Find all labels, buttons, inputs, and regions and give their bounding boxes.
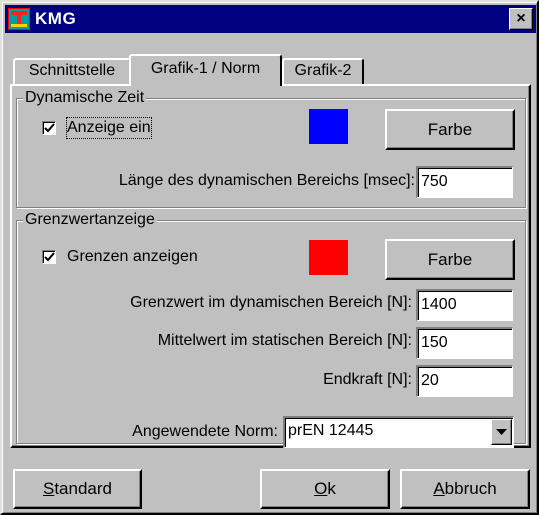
- dynamic-length-label: Länge des dynamischen Bereichs [msec]:: [118, 172, 415, 189]
- limit-display-group-title: Grenzwertanzeige: [23, 211, 157, 229]
- dynamic-color-swatch: [309, 109, 348, 144]
- window-title: KMG: [35, 9, 77, 28]
- tab-grafik-2[interactable]: Grafik-2: [282, 58, 364, 84]
- display-on-checkbox[interactable]: [42, 121, 56, 135]
- norm-label: Angewendete Norm:: [132, 423, 278, 440]
- close-icon[interactable]: ×: [509, 8, 533, 30]
- norm-select[interactable]: prEN 12445: [283, 416, 514, 448]
- dynamic-limit-label: Grenzwert im dynamischen Bereich [N]:: [130, 294, 412, 311]
- dialog-window: KMG × Schnittstelle Grafik-1 / Norm Graf…: [0, 0, 539, 515]
- checkmark-icon: [44, 252, 55, 262]
- dynamic-color-button[interactable]: Farbe: [385, 109, 515, 150]
- app-logo-icon: [8, 8, 30, 30]
- ok-button[interactable]: Ok: [260, 469, 390, 509]
- standard-button[interactable]: Standard: [13, 469, 142, 509]
- show-limits-label[interactable]: Grenzen anzeigen: [67, 247, 198, 267]
- dropdown-arrow-button[interactable]: [491, 419, 512, 445]
- checkmark-icon: [44, 123, 55, 133]
- limit-color-button[interactable]: Farbe: [385, 239, 515, 280]
- dynamic-time-group-title: Dynamische Zeit: [23, 89, 147, 107]
- limit-color-swatch: [309, 240, 348, 275]
- static-mean-label: Mittelwert im statischen Bereich [N]:: [157, 332, 412, 349]
- show-limits-checkbox[interactable]: [42, 250, 56, 264]
- display-on-label[interactable]: Anzeige ein: [66, 117, 152, 139]
- chevron-down-icon: [496, 429, 507, 435]
- dynamic-limit-input[interactable]: 1400: [416, 289, 513, 321]
- cancel-button[interactable]: Abbruch: [400, 469, 530, 509]
- static-mean-input[interactable]: 150: [416, 327, 513, 359]
- end-force-label: Endkraft [N]:: [323, 371, 412, 388]
- tab-grafik-1-norm[interactable]: Grafik-1 / Norm: [129, 54, 282, 86]
- tab-schnittstelle[interactable]: Schnittstelle: [13, 58, 131, 84]
- norm-select-value: prEN 12445: [288, 422, 374, 439]
- title-bar[interactable]: KMG ×: [5, 5, 536, 33]
- end-force-input[interactable]: 20: [416, 365, 513, 397]
- dynamic-length-input[interactable]: 750: [416, 166, 513, 198]
